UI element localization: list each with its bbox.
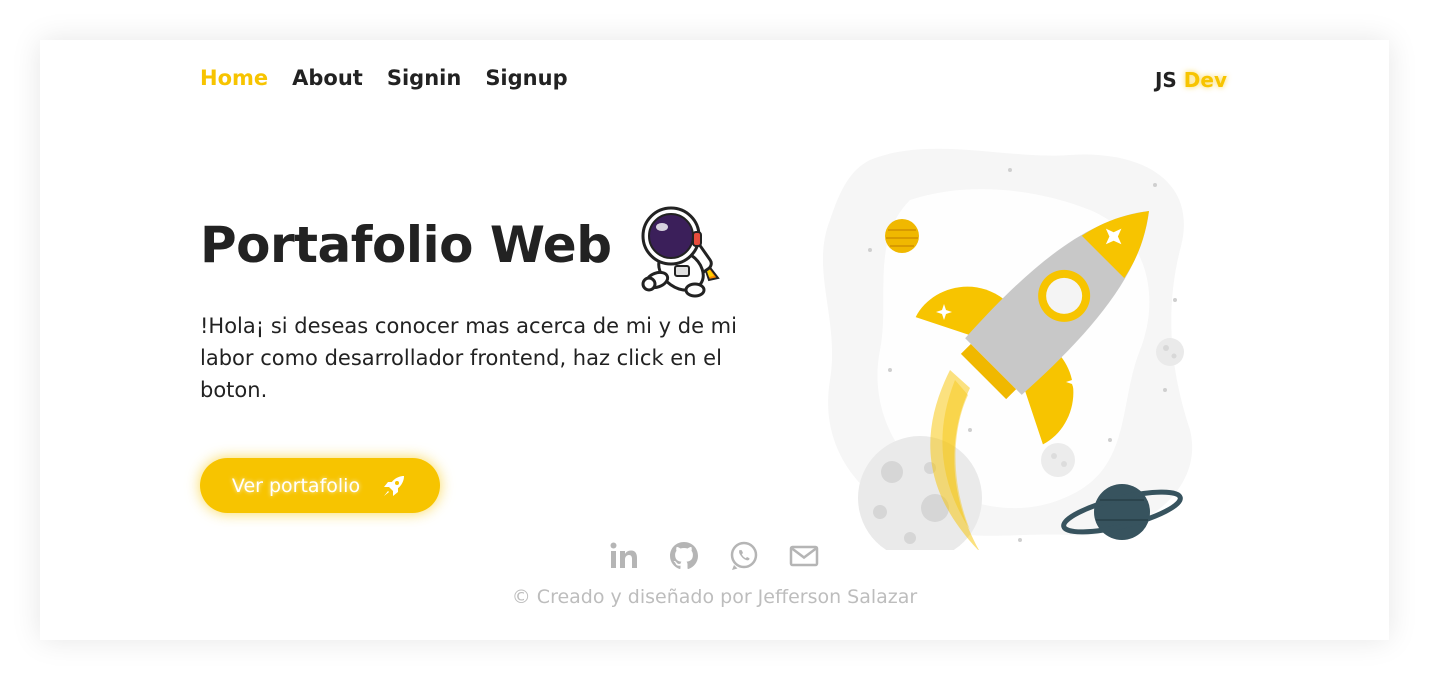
nav-signin[interactable]: Signin — [387, 66, 461, 90]
page-title: Portafolio Web — [200, 216, 612, 274]
nav-about[interactable]: About — [292, 66, 363, 90]
hero-description: !Hola¡ si deseas conocer mas acerca de m… — [200, 314, 737, 402]
main-nav: Home About Signin Signup — [200, 66, 568, 90]
ver-portafolio-button[interactable]: Ver portafolio — [200, 458, 440, 513]
rocket-space-illustration — [822, 148, 1193, 550]
nav-signup[interactable]: Signup — [485, 66, 567, 90]
brand-prefix: JS — [1154, 68, 1177, 92]
cta-label: Ver portafolio — [231, 474, 361, 497]
brand-accent: Dev — [1183, 68, 1227, 92]
linkedin-icon[interactable] — [608, 540, 640, 572]
brand-logo[interactable]: JS Dev — [1155, 68, 1227, 92]
whatsapp-icon[interactable] — [728, 540, 760, 572]
github-icon[interactable] — [668, 540, 700, 572]
rocket-icon — [384, 475, 405, 496]
astronaut-illustration — [641, 206, 720, 298]
social-links — [608, 540, 820, 572]
footer-credit: © Creado y diseñado por Jefferson Salaza… — [511, 586, 918, 608]
page-card: Home About Signin Signup JS Dev Portafol… — [40, 40, 1389, 640]
mail-icon[interactable] — [788, 540, 820, 572]
nav-home[interactable]: Home — [200, 66, 268, 90]
